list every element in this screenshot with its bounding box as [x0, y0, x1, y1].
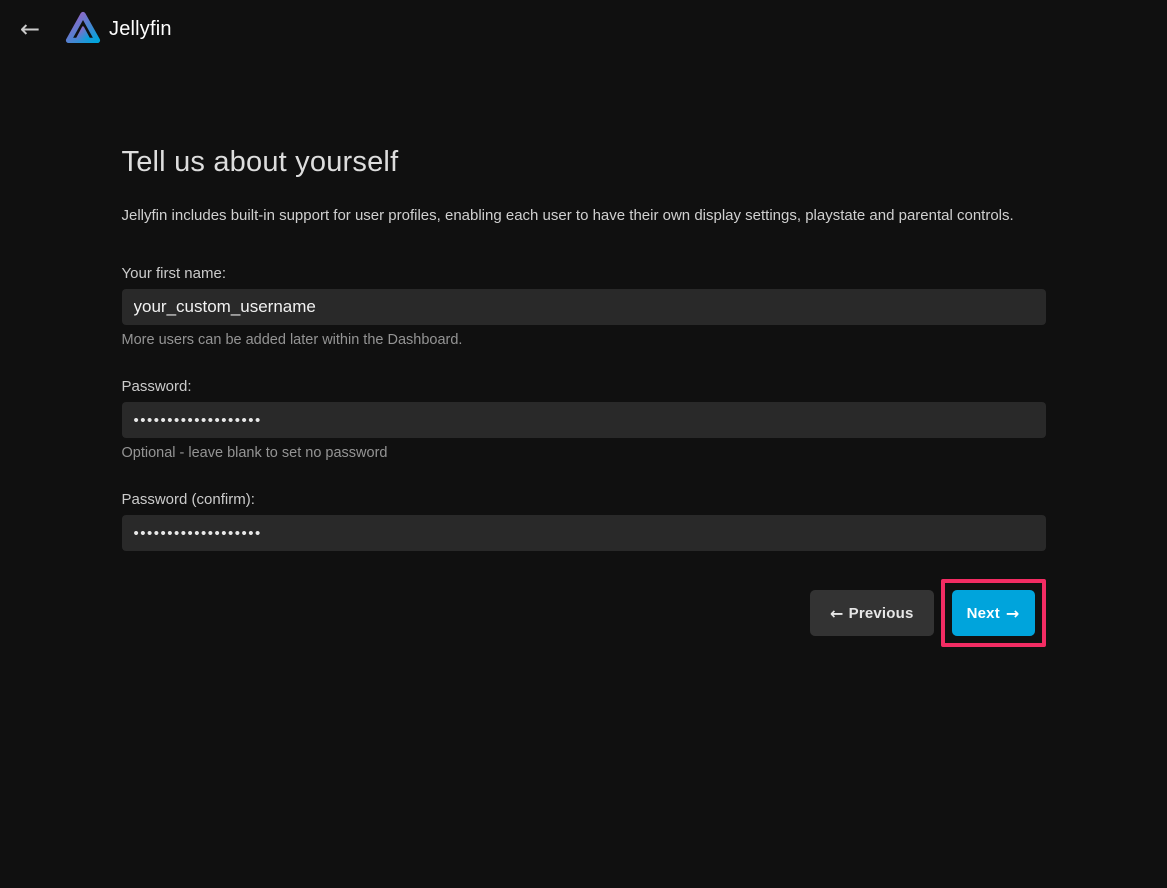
- password-confirm-field-group: Password (confirm):: [122, 491, 1046, 551]
- jellyfin-logo-icon: [64, 10, 102, 48]
- arrow-right-icon: →: [1006, 604, 1020, 623]
- password-field-group: Password: Optional - leave blank to set …: [122, 378, 1046, 461]
- password-confirm-input[interactable]: [122, 515, 1046, 551]
- top-bar: ← Jellyfin: [0, 0, 1167, 58]
- first-name-label: Your first name:: [122, 265, 1046, 282]
- previous-button[interactable]: ← Previous: [810, 590, 934, 636]
- jellyfin-logo: Jellyfin: [64, 10, 172, 48]
- first-name-field-group: Your first name: More users can be added…: [122, 265, 1046, 348]
- next-button-highlight-box: Next →: [941, 579, 1046, 647]
- wizard-buttons-row: ← Previous Next →: [122, 579, 1046, 647]
- previous-button-label: Previous: [849, 605, 914, 622]
- back-button[interactable]: ←: [10, 9, 50, 49]
- arrow-left-icon: ←: [830, 604, 844, 623]
- password-helper-text: Optional - leave blank to set no passwor…: [122, 445, 1046, 461]
- password-input[interactable]: [122, 402, 1046, 438]
- first-name-helper-text: More users can be added later within the…: [122, 332, 1046, 348]
- password-confirm-label: Password (confirm):: [122, 491, 1046, 508]
- first-name-input[interactable]: [122, 289, 1046, 325]
- setup-wizard-page: Tell us about yourself Jellyfin includes…: [122, 146, 1046, 647]
- page-description: Jellyfin includes built-in support for u…: [122, 207, 1046, 224]
- next-button-label: Next: [967, 605, 1000, 622]
- page-title: Tell us about yourself: [122, 146, 1046, 179]
- next-button[interactable]: Next →: [952, 590, 1035, 636]
- jellyfin-wordmark: Jellyfin: [109, 18, 172, 41]
- back-arrow-icon: ←: [20, 15, 40, 43]
- password-label: Password:: [122, 378, 1046, 395]
